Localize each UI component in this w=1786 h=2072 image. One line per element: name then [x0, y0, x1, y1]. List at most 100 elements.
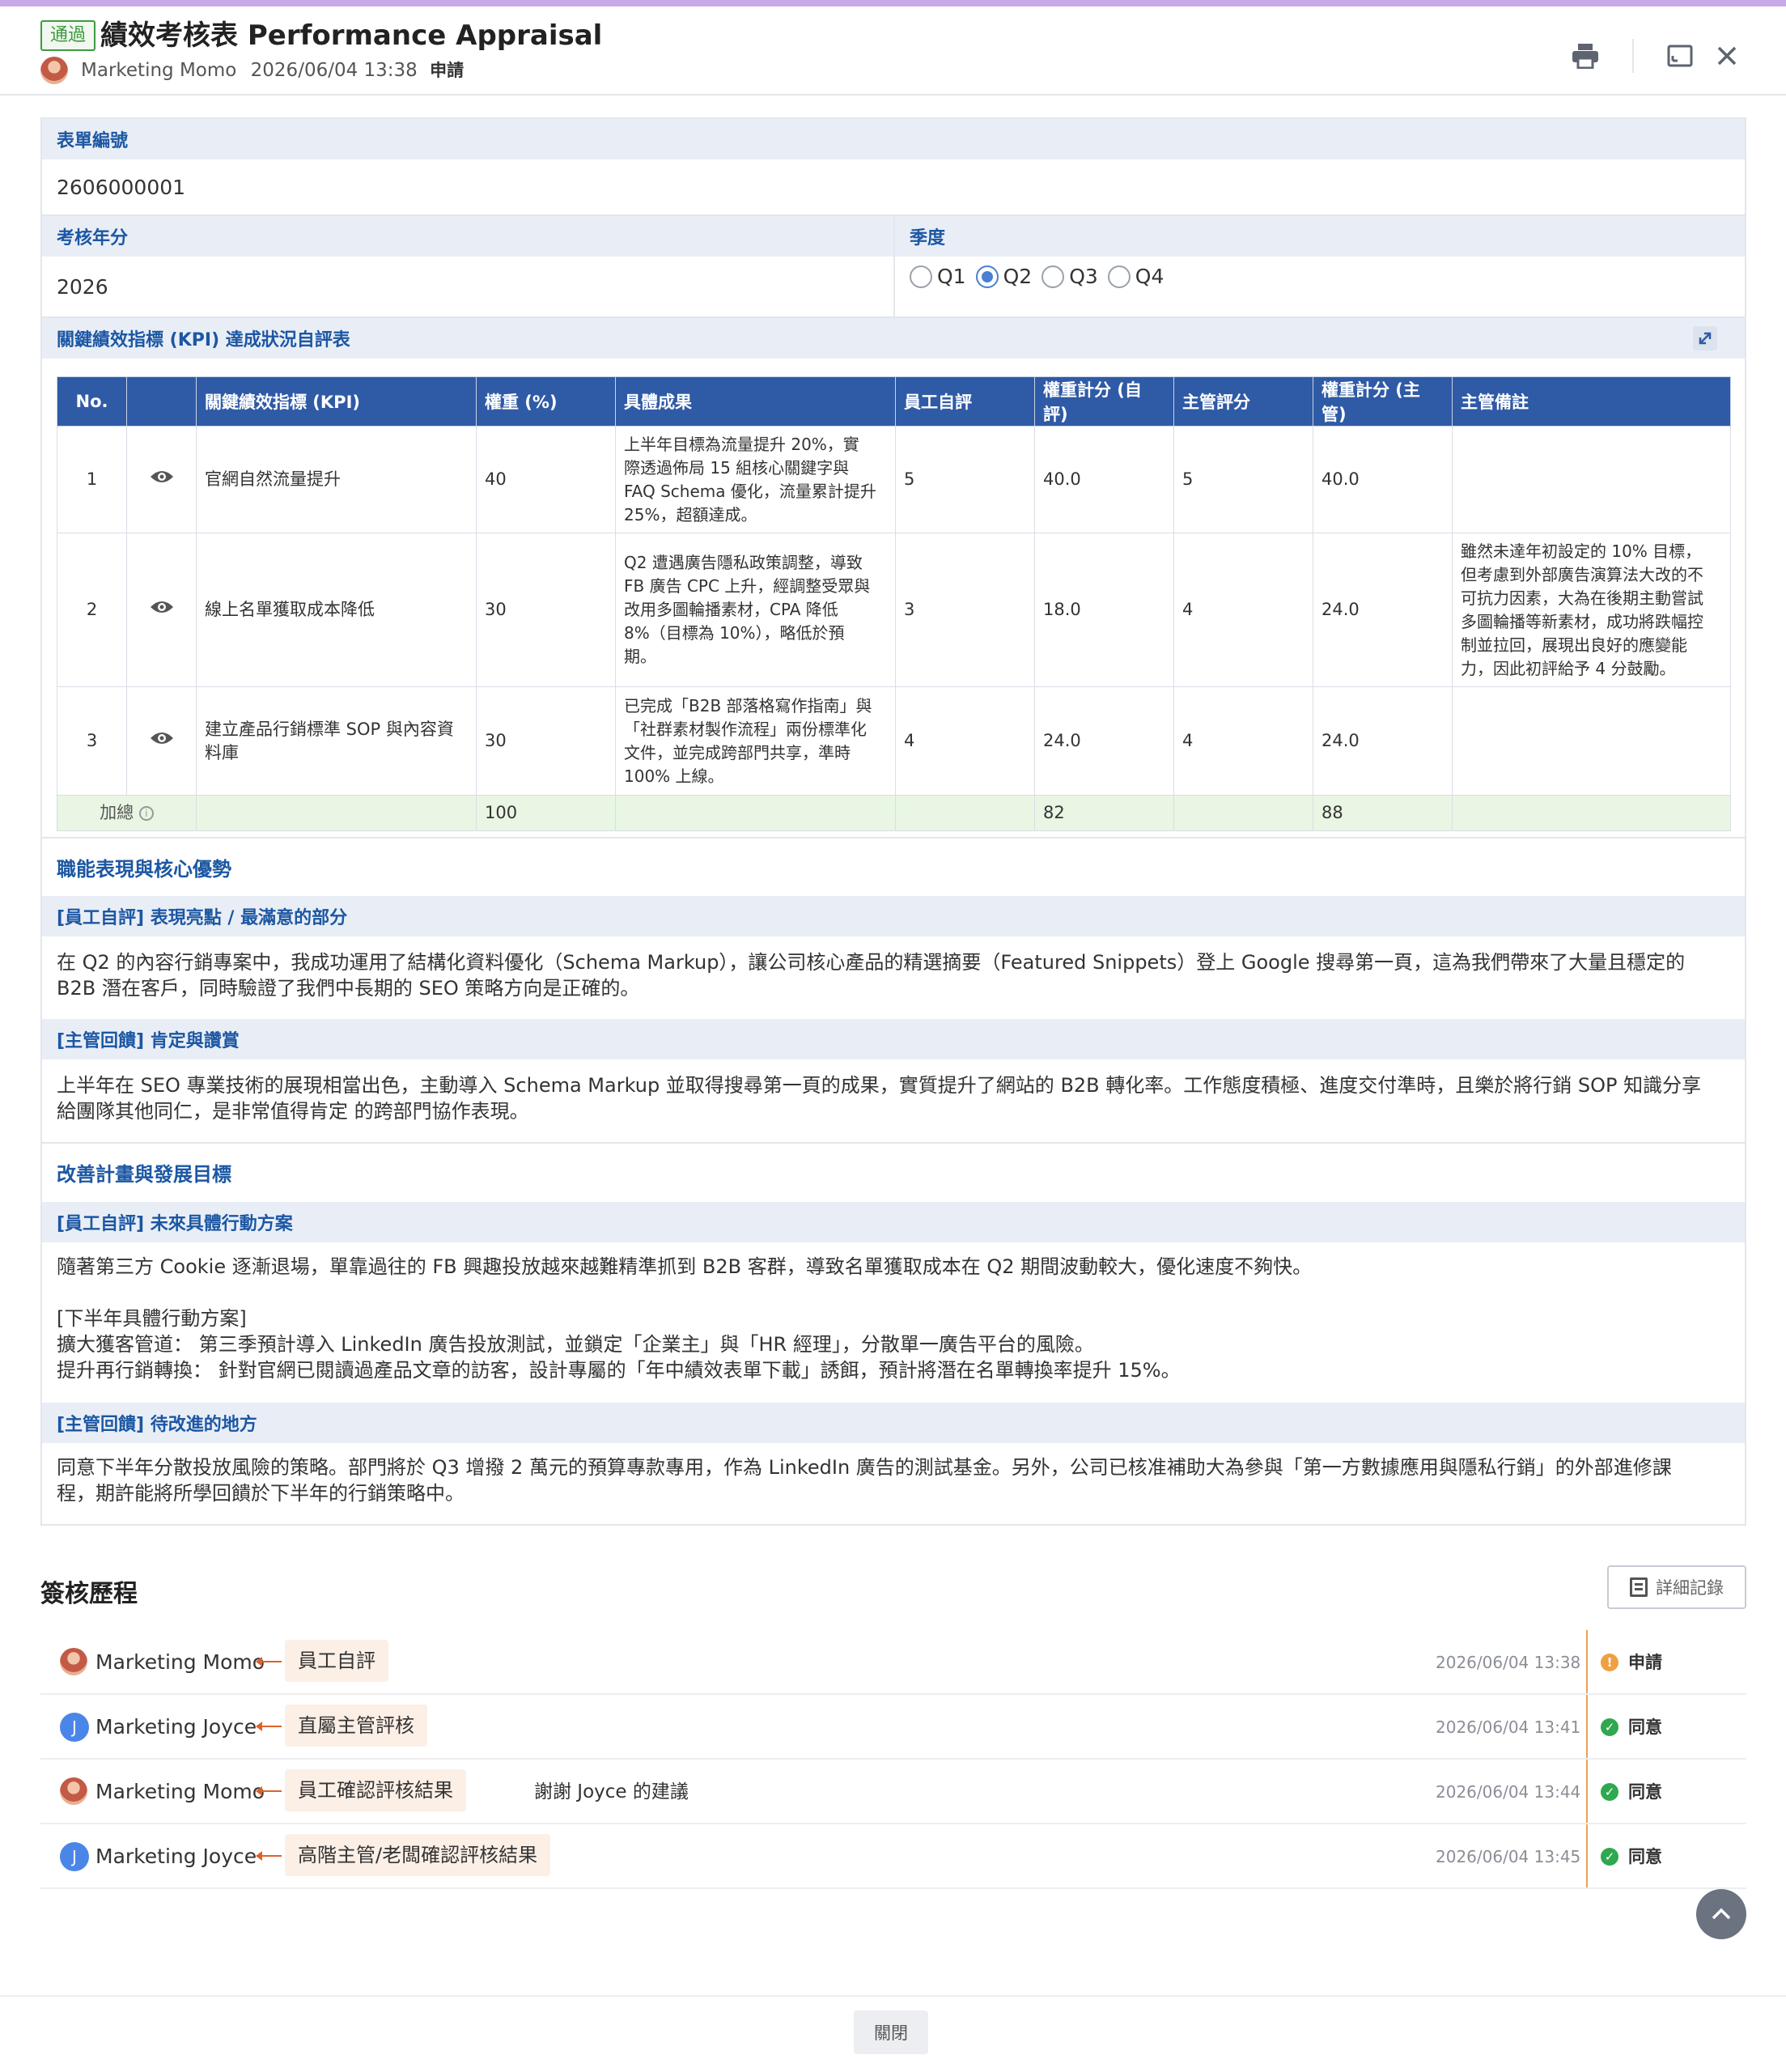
history-result: 同意 [1628, 1717, 1662, 1737]
avatar [40, 57, 68, 84]
applicant-name: Marketing Momo [81, 60, 237, 81]
col-kpi: 關鍵績效指標 (KPI) [196, 376, 477, 427]
year-value: 2026 [57, 274, 108, 299]
arrow-left-icon [256, 1657, 282, 1667]
history-time: 2026/06/04 13:45 [1436, 1847, 1581, 1866]
col-mgr-note: 主管備註 [1452, 376, 1731, 427]
expand-icon[interactable] [1693, 326, 1717, 350]
total-mgr-weighted: 88 [1313, 795, 1453, 831]
self-highlight-text: 在 Q2 的內容行銷專案中，我成功運用了結構化資料優化（Schema Marku… [57, 951, 1686, 1000]
radio-q4[interactable]: Q4 [1107, 265, 1164, 288]
divider [893, 216, 895, 316]
arrow-left-icon [256, 1851, 282, 1861]
chevron-up-icon [1712, 1908, 1731, 1920]
check-icon: ✓ [1601, 1718, 1618, 1736]
check-icon: ✓ [1601, 1848, 1618, 1866]
arrow-left-icon [256, 1786, 282, 1796]
kpi-section-title: 關鍵績效指標 (KPI) 達成狀況自評表 [42, 318, 1745, 359]
detail-log-button[interactable]: 詳細記錄 [1607, 1565, 1746, 1609]
kpi-weight: 30 [476, 533, 616, 687]
arrow-left-icon [256, 1722, 282, 1731]
history-row: J Marketing Joyce 直屬主管評核 2026/06/04 13:4… [40, 1695, 1746, 1760]
divider [42, 837, 1745, 839]
kpi-self-weighted: 40.0 [1034, 426, 1174, 533]
history-time: 2026/06/04 13:44 [1436, 1782, 1581, 1802]
top-accent-bar [0, 0, 1786, 6]
info-icon[interactable]: i [138, 806, 154, 821]
eye-icon[interactable] [126, 533, 197, 687]
col-self-score: 員工自評 [895, 376, 1035, 427]
header-divider [1632, 39, 1634, 73]
history-row: Marketing Momo 員工確認評核結果 謝謝 Joyce 的建議 202… [40, 1760, 1746, 1824]
apply-action: 申請 [430, 61, 465, 80]
applicant-info: Marketing Momo 2026/06/04 13:38 申請 [81, 58, 464, 83]
history-result: 申請 [1628, 1653, 1662, 1672]
history-step: 員工自評 [285, 1640, 388, 1682]
history-row: J Marketing Joyce 高階主管/老闆確認評核結果 2026/06/… [40, 1824, 1746, 1889]
history-comment: 謝謝 Joyce 的建議 [534, 1781, 689, 1802]
kpi-mgr-note: 雖然未達年初設定的 10% 目標， 但考慮到外部廣告演算法大改的不 可抗力因素，… [1452, 533, 1731, 687]
total-label: 加總 i [57, 795, 197, 831]
pending-icon: ! [1601, 1654, 1618, 1671]
competency-title: 職能表現與核心優勢 [57, 858, 231, 881]
kpi-weight: 30 [476, 686, 616, 796]
mgr-praise-text: 上半年在 SEO 專業技術的展現相當出色，主動導入 Schema Markup … [57, 1074, 1702, 1123]
radio-q2[interactable]: Q2 [975, 265, 1032, 288]
print-icon[interactable] [1568, 39, 1602, 73]
kpi-mgr-score: 4 [1173, 686, 1313, 796]
col-view [126, 376, 197, 427]
eye-icon[interactable] [126, 426, 197, 533]
table-row: 2 線上名單獲取成本降低 30 Q2 遭遇廣告隱私政策調整，導致 FB 廣告 C… [57, 533, 1731, 687]
quarter-radio-group: Q1 Q2 Q3 Q4 [910, 265, 1173, 288]
improve-title: 改善計畫與發展目標 [57, 1163, 231, 1186]
avatar [60, 1648, 87, 1675]
table-row: 3 建立產品行銷標準 SOP 與內容資 料庫 30 已完成「B2B 部落格寫作指… [57, 686, 1731, 796]
kpi-self-score: 5 [895, 426, 1035, 533]
close-button[interactable]: 關閉 [854, 2010, 928, 2054]
mgr-improve-text: 同意下半年分散投放風險的策略。部門將於 Q3 增撥 2 萬元的預算專款專用，作為… [57, 1456, 1672, 1505]
dialog-header: 通過 績效考核表 Performance Appraisal Marketing… [0, 6, 1786, 96]
table-row: 1 官網自然流量提升 40 上半年目標為流量提升 20%，實 際透過佈局 15 … [57, 426, 1731, 533]
timeline-bar [1586, 1630, 1588, 1693]
history-title: 簽核歷程 [40, 1580, 138, 1608]
history-result: 同意 [1628, 1782, 1662, 1802]
kpi-self-score: 3 [895, 533, 1035, 687]
kpi-self-weighted: 24.0 [1034, 686, 1174, 796]
apply-datetime: 2026/06/04 13:38 [250, 60, 418, 81]
year-label: 考核年分 [42, 216, 893, 257]
fullscreen-icon[interactable] [1663, 39, 1697, 73]
check-icon: ✓ [1601, 1783, 1618, 1801]
kpi-no: 2 [57, 533, 127, 687]
scroll-to-top-button[interactable] [1696, 1889, 1746, 1939]
history-result: 同意 [1628, 1847, 1662, 1866]
kpi-total-row: 加總 i 100 82 88 [57, 795, 1731, 831]
self-highlight-label: [員工自評] 表現亮點 / 最滿意的部分 [42, 896, 1745, 936]
form-no-value: 2606000001 [57, 175, 186, 199]
footer-divider [0, 1995, 1786, 1997]
status-badge: 通過 [40, 20, 96, 51]
radio-q3[interactable]: Q3 [1041, 265, 1098, 288]
quarter-label: 季度 [895, 216, 1745, 257]
kpi-name: 線上名單獲取成本降低 [196, 533, 477, 687]
kpi-header-row: No. 關鍵績效指標 (KPI) 權重 (%) 具體成果 員工自評 權重計分 (… [57, 376, 1731, 427]
kpi-mgr-score: 5 [1173, 426, 1313, 533]
kpi-name: 官網自然流量提升 [196, 426, 477, 533]
close-icon[interactable] [1710, 39, 1744, 73]
history-time: 2026/06/04 13:38 [1436, 1653, 1581, 1672]
kpi-mgr-score: 4 [1173, 533, 1313, 687]
self-plan-label: [員工自評] 未來具體行動方案 [42, 1202, 1745, 1242]
history-user: Marketing Momo [95, 1780, 265, 1803]
avatar: J [60, 1842, 89, 1871]
radio-q1[interactable]: Q1 [910, 265, 966, 288]
kpi-no: 1 [57, 426, 127, 533]
total-self-weighted: 82 [1034, 795, 1174, 831]
history-row: Marketing Momo 員工自評 2026/06/04 13:38 ! 申… [40, 1630, 1746, 1695]
col-no: No. [57, 376, 127, 427]
history-step: 員工確認評核結果 [285, 1769, 466, 1811]
form-no-label: 表單編號 [42, 119, 1745, 159]
avatar [60, 1777, 87, 1805]
appraisal-form: 表單編號 2606000001 考核年分 2026 季度 Q1 Q2 Q3 Q4… [40, 117, 1746, 1526]
eye-icon[interactable] [126, 686, 197, 796]
document-icon [1630, 1577, 1648, 1597]
col-weight: 權重 (%) [476, 376, 616, 427]
